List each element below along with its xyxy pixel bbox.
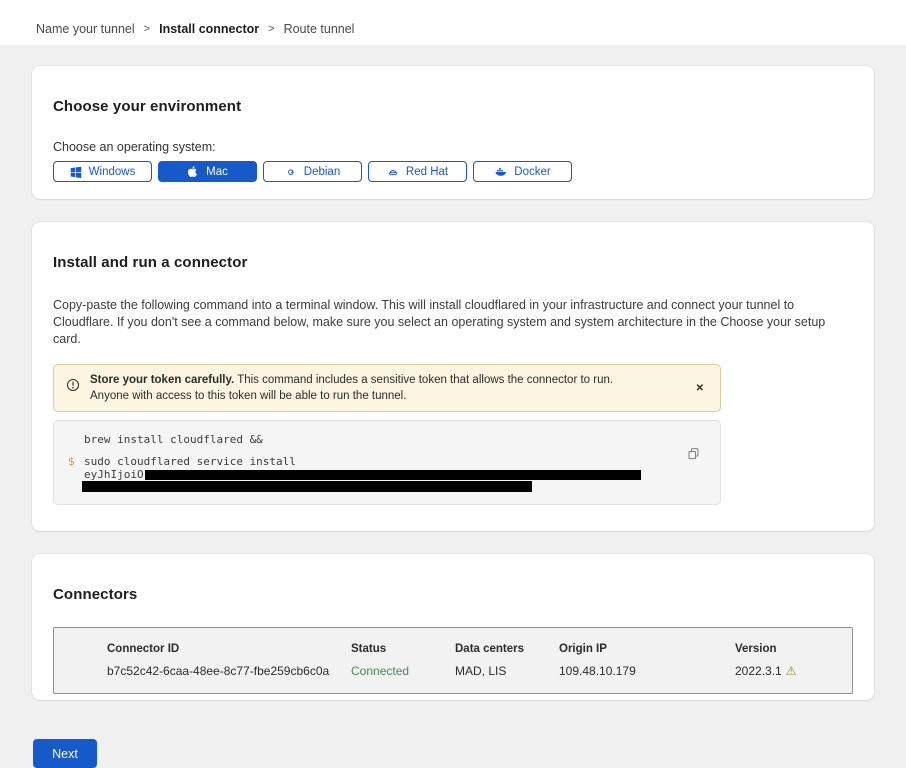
page-content: Choose your environment Choose an operat…: [0, 66, 906, 768]
os-button-group: Windows Mac Debian Red Hat: [53, 161, 853, 182]
token-warning-text: Store your token carefully. This command…: [90, 372, 680, 404]
chevron-right-separator: >: [144, 23, 150, 35]
os-button-redhat[interactable]: Red Hat: [368, 161, 467, 182]
code-line-sudo: sudo cloudflared service install eyJhIjo…: [84, 455, 706, 492]
token-warning-banner: Store your token carefully. This command…: [53, 364, 721, 412]
column-header-origin-ip: Origin IP: [559, 643, 735, 655]
token-prefix-text: eyJhIjoiO: [84, 468, 144, 481]
code-gutter: [68, 433, 84, 446]
status-badge: Connected: [351, 664, 455, 678]
redacted-token-bar: [82, 481, 532, 492]
warning-triangle-icon: ⚠: [786, 664, 797, 678]
version-value: 2022.3.1: [735, 664, 782, 678]
breadcrumb-route-tunnel[interactable]: Route tunnel: [284, 22, 355, 36]
install-description: Copy-paste the following command into a …: [53, 297, 853, 348]
docker-icon: [494, 166, 507, 178]
close-icon[interactable]: ✕: [690, 379, 710, 398]
connectors-card-title: Connectors: [53, 586, 853, 603]
connectors-table: Connector ID Status Data centers Origin …: [53, 627, 853, 694]
install-card-title: Install and run a connector: [53, 254, 853, 271]
redhat-icon: [387, 166, 399, 178]
copy-icon[interactable]: [687, 447, 700, 464]
chevron-right-separator: >: [268, 23, 274, 35]
install-connector-card: Install and run a connector Copy-paste t…: [32, 222, 874, 531]
redacted-token-bar: [145, 470, 641, 480]
connectors-table-header: Connector ID Status Data centers Origin …: [107, 643, 842, 655]
origin-ip-value: 109.48.10.179: [559, 664, 735, 678]
os-button-label: Docker: [514, 166, 550, 178]
column-header-version: Version: [735, 643, 842, 655]
column-header-status: Status: [351, 643, 455, 655]
footer-actions: Next: [32, 739, 874, 768]
os-button-label: Mac: [206, 166, 228, 178]
os-button-label: Windows: [89, 166, 136, 178]
code-command-text: sudo cloudflared service install: [84, 455, 296, 468]
table-row: b7c52c42-6caa-48ee-8c77-fbe259cb6c0a Con…: [107, 664, 842, 678]
os-button-docker[interactable]: Docker: [473, 161, 572, 182]
environment-card-title: Choose your environment: [53, 98, 853, 115]
os-button-windows[interactable]: Windows: [53, 161, 152, 182]
next-button[interactable]: Next: [33, 739, 97, 768]
breadcrumb-bar: Name your tunnel > Install connector > R…: [0, 0, 906, 45]
connector-id-value: b7c52c42-6caa-48ee-8c77-fbe259cb6c0a: [107, 664, 351, 678]
environment-card: Choose your environment Choose an operat…: [32, 66, 874, 199]
os-button-mac[interactable]: Mac: [158, 161, 257, 182]
data-centers-value: MAD, LIS: [455, 664, 559, 678]
install-command-code-block: brew install cloudflared && $ sudo cloud…: [53, 420, 721, 505]
os-button-debian[interactable]: Debian: [263, 161, 362, 182]
code-line-brew: brew install cloudflared &&: [84, 433, 706, 446]
alert-circle-icon: [66, 378, 80, 392]
os-button-label: Red Hat: [406, 166, 448, 178]
connectors-card: Connectors Connector ID Status Data cent…: [32, 554, 874, 700]
column-header-data-centers: Data centers: [455, 643, 559, 655]
apple-icon: [187, 165, 199, 178]
breadcrumb: Name your tunnel > Install connector > R…: [36, 22, 354, 36]
breadcrumb-name-your-tunnel[interactable]: Name your tunnel: [36, 22, 135, 36]
windows-icon: [70, 166, 82, 178]
os-button-label: Debian: [304, 166, 340, 178]
debian-icon: [285, 166, 297, 178]
os-select-label: Choose an operating system:: [53, 140, 853, 154]
token-warning-bold: Store your token carefully.: [90, 374, 234, 386]
column-header-connector-id: Connector ID: [107, 643, 351, 655]
breadcrumb-install-connector[interactable]: Install connector: [159, 22, 259, 36]
